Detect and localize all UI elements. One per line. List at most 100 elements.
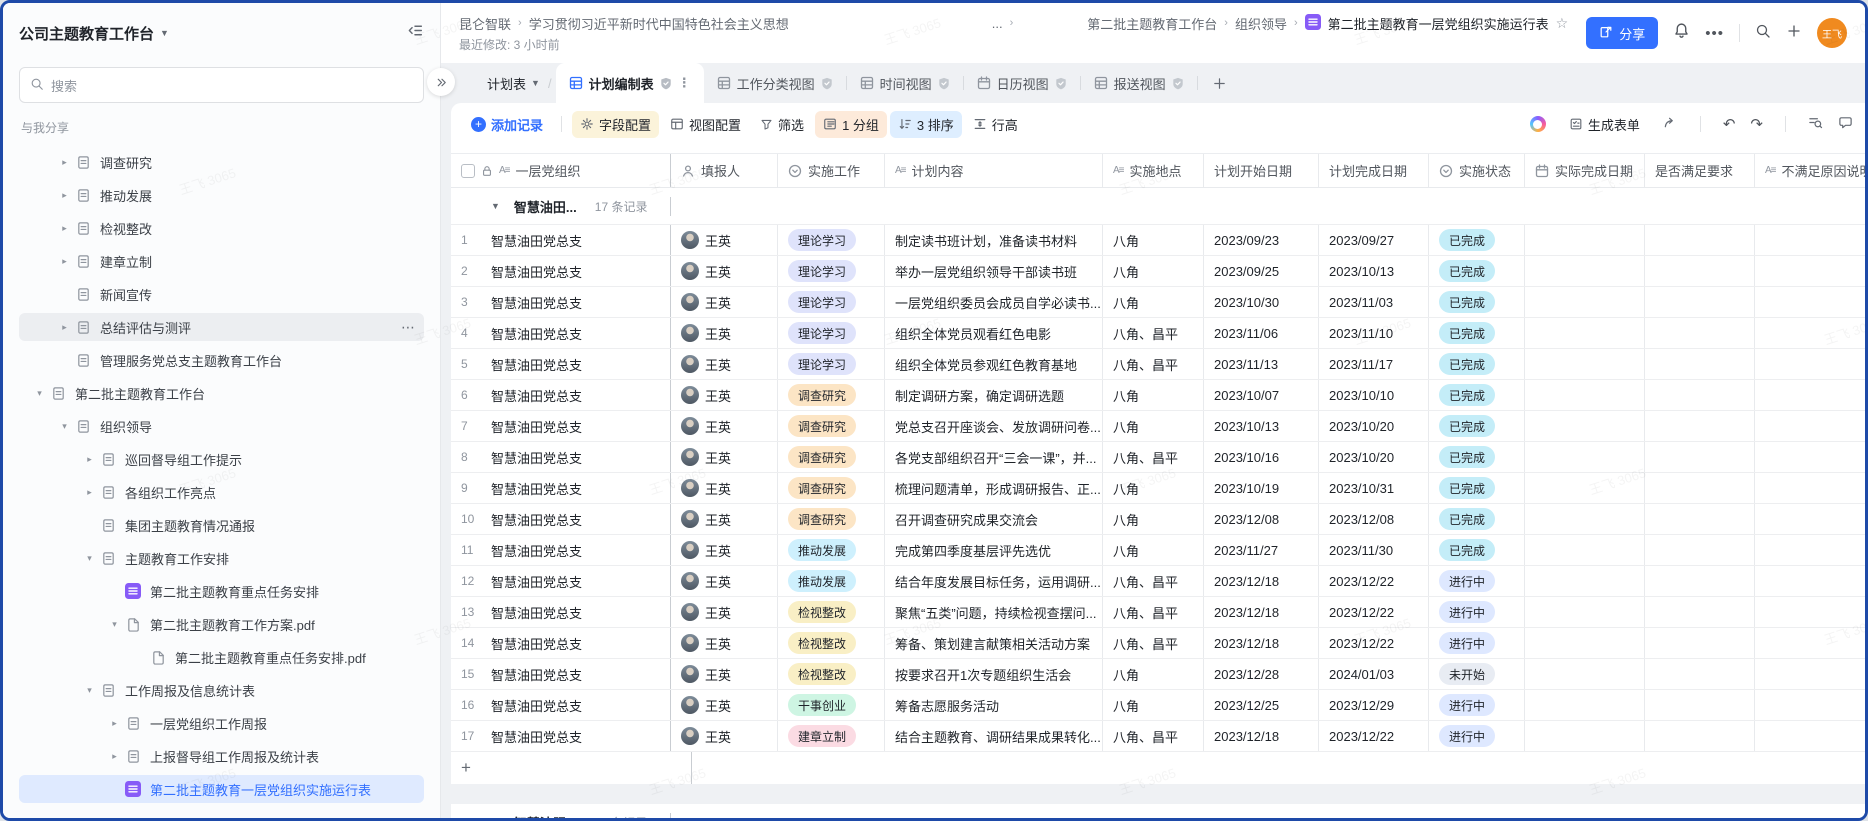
plan-content-cell[interactable]: 制定调研方案，确定调研选题 (885, 380, 1103, 410)
start-date-cell[interactable]: 2023/10/30 (1204, 287, 1319, 317)
table-row[interactable]: 14 智慧油田党总支 王英 检视整改 筹备、策划建言献策相关活动方案 八角、昌平… (451, 628, 1865, 659)
sidebar-tree-item[interactable]: 集团主题教育情况通报 ⋯ (19, 511, 424, 539)
status-pill[interactable]: 进行中 (1439, 632, 1496, 654)
meets-requirement-cell[interactable] (1645, 690, 1755, 720)
work-type-pill[interactable]: 建章立制 (788, 725, 857, 747)
place-cell[interactable]: 八角 (1103, 473, 1204, 503)
chevron-icon[interactable]: ▾ (107, 619, 122, 630)
status-pill[interactable]: 已完成 (1439, 291, 1496, 313)
reason-cell[interactable] (1755, 442, 1865, 472)
work-type-pill[interactable]: 调查研究 (788, 415, 857, 437)
start-date-cell[interactable]: 2023/10/07 (1204, 380, 1319, 410)
start-date-cell[interactable]: 2023/12/08 (1204, 504, 1319, 534)
redo-icon[interactable]: ↷ (1750, 115, 1763, 133)
expand-panel-icon[interactable] (427, 68, 455, 96)
plan-content-cell[interactable]: 梳理问题清单，形成调研报告、正... (885, 473, 1103, 503)
start-date-cell[interactable]: 2023/12/18 (1204, 628, 1319, 658)
meets-requirement-cell[interactable] (1645, 597, 1755, 627)
place-cell[interactable]: 八角 (1103, 256, 1204, 286)
status-pill[interactable]: 已完成 (1439, 446, 1496, 468)
work-type-pill[interactable]: 调查研究 (788, 446, 857, 468)
sidebar-tree-item[interactable]: 管理服务党总支主题教育工作台 ⋯ (19, 346, 424, 374)
place-cell[interactable]: 八角、昌平 (1103, 566, 1204, 596)
group-collapse-icon[interactable]: ▼ (491, 817, 500, 818)
table-row[interactable]: 1 智慧油田党总支 王英 理论学习 制定读书班计划，准备读书材料 八角 2023… (451, 225, 1865, 256)
tab-calendar-view[interactable]: 日历视图 (964, 63, 1080, 103)
chevron-icon[interactable]: ▸ (57, 256, 72, 267)
place-cell[interactable]: 八角、昌平 (1103, 597, 1204, 627)
ai-assistant-icon[interactable] (1529, 116, 1546, 132)
chevron-icon[interactable]: ▸ (107, 751, 122, 762)
undo-icon[interactable]: ↶ (1723, 115, 1736, 133)
reason-cell[interactable] (1755, 287, 1865, 317)
status-pill[interactable]: 已完成 (1439, 229, 1496, 251)
sidebar-tree-item[interactable]: ▸ 调查研究 ⋯ (19, 148, 424, 176)
table-row[interactable]: 3 智慧油田党总支 王英 理论学习 一层党组织委员会成员自学必读书... 八角 … (451, 287, 1865, 318)
start-date-cell[interactable]: 2023/10/16 (1204, 442, 1319, 472)
end-date-cell[interactable]: 2023/11/17 (1319, 349, 1429, 379)
sidebar-tree-item[interactable]: ▸ 上报督导组工作周报及统计表 ⋯ (19, 742, 424, 770)
work-type-pill[interactable]: 调查研究 (788, 477, 857, 499)
chevron-icon[interactable]: ▸ (57, 322, 72, 333)
sidebar-tree-item[interactable]: 新闻宣传 ⋯ (19, 280, 424, 308)
status-pill[interactable]: 进行中 (1439, 570, 1496, 592)
actual-date-cell[interactable] (1525, 721, 1645, 751)
actual-date-cell[interactable] (1525, 566, 1645, 596)
tab-menu-icon[interactable]: ⋮ (678, 75, 691, 91)
meets-requirement-cell[interactable] (1645, 566, 1755, 596)
place-cell[interactable]: 八角、昌平 (1103, 721, 1204, 751)
sidebar-tree-item[interactable]: ▸ 巡回督导组工作提示 ⋯ (19, 445, 424, 473)
place-cell[interactable]: 八角、昌平 (1103, 349, 1204, 379)
plan-content-cell[interactable]: 召开调查研究成果交流会 (885, 504, 1103, 534)
tab-report-view[interactable]: 报送视图 (1081, 63, 1197, 103)
place-cell[interactable]: 八角 (1103, 411, 1204, 441)
table-row[interactable]: 5 智慧油田党总支 王英 理论学习 组织全体党员参观红色教育基地 八角、昌平 2… (451, 349, 1865, 380)
search-input[interactable]: 搜索 (19, 67, 424, 103)
table-row[interactable]: 7 智慧油田党总支 王英 调查研究 党总支召开座谈会、发放调研问卷... 八角 … (451, 411, 1865, 442)
end-date-cell[interactable]: 2023/10/20 (1319, 411, 1429, 441)
col-header-org[interactable]: A≡ 一层党组织 (451, 154, 671, 187)
chevron-icon[interactable]: ▸ (82, 454, 97, 465)
chevron-icon[interactable]: ▸ (82, 487, 97, 498)
start-date-cell[interactable]: 2023/12/25 (1204, 690, 1319, 720)
chevron-icon[interactable]: ▸ (107, 718, 122, 729)
status-pill[interactable]: 已完成 (1439, 539, 1496, 561)
meets-requirement-cell[interactable] (1645, 535, 1755, 565)
place-cell[interactable]: 八角、昌平 (1103, 442, 1204, 472)
end-date-cell[interactable]: 2023/12/22 (1319, 721, 1429, 751)
field-config-button[interactable]: 字段配置 (572, 110, 660, 138)
reason-cell[interactable] (1755, 349, 1865, 379)
user-avatar[interactable]: 王飞 (1817, 18, 1847, 48)
status-pill[interactable]: 已完成 (1439, 477, 1496, 499)
reason-cell[interactable] (1755, 318, 1865, 348)
sidebar-tree-item[interactable]: ▸ 推动发展 ⋯ (19, 181, 424, 209)
meets-requirement-cell[interactable] (1645, 380, 1755, 410)
end-date-cell[interactable]: 2023/12/29 (1319, 690, 1429, 720)
col-header-reporter[interactable]: 填报人 (671, 154, 778, 187)
end-date-cell[interactable]: 2023/11/30 (1319, 535, 1429, 565)
plan-content-cell[interactable]: 举办一层党组织领导干部读书班 (885, 256, 1103, 286)
col-header-actual-date[interactable]: 实际完成日期 (1525, 154, 1645, 187)
plan-content-cell[interactable]: 组织全体党员观看红色电影 (885, 318, 1103, 348)
col-header-end-date[interactable]: 计划完成日期 (1319, 154, 1429, 187)
group-header-row[interactable]: ▼ 智慧油服... 15 条记录 (451, 804, 1865, 818)
sidebar-tree-item[interactable]: ▾ 主题教育工作安排 ⋯ (19, 544, 424, 572)
plan-content-cell[interactable]: 完成第四季度基层评先选优 (885, 535, 1103, 565)
favorite-star-icon[interactable]: ☆ (1556, 15, 1569, 32)
chevron-icon[interactable]: ▾ (82, 553, 97, 564)
end-date-cell[interactable]: 2023/10/13 (1319, 256, 1429, 286)
breadcrumb-item[interactable]: 学习贯彻习近平新时代中国特色社会主义思想 (529, 14, 789, 33)
status-pill[interactable]: 进行中 (1439, 694, 1496, 716)
work-type-pill[interactable]: 推动发展 (788, 539, 857, 561)
end-date-cell[interactable]: 2023/12/22 (1319, 566, 1429, 596)
start-date-cell[interactable]: 2023/12/28 (1204, 659, 1319, 689)
comment-icon[interactable] (1838, 115, 1853, 133)
meets-requirement-cell[interactable] (1645, 721, 1755, 751)
col-header-work-type[interactable]: 实施工作 (778, 154, 885, 187)
start-date-cell[interactable]: 2023/09/25 (1204, 256, 1319, 286)
actual-date-cell[interactable] (1525, 380, 1645, 410)
plan-content-cell[interactable]: 各党支部组织召开“三会一课”，并... (885, 442, 1103, 472)
more-menu-icon[interactable]: ••• (1705, 25, 1724, 42)
end-date-cell[interactable]: 2023/11/10 (1319, 318, 1429, 348)
reason-cell[interactable] (1755, 566, 1865, 596)
